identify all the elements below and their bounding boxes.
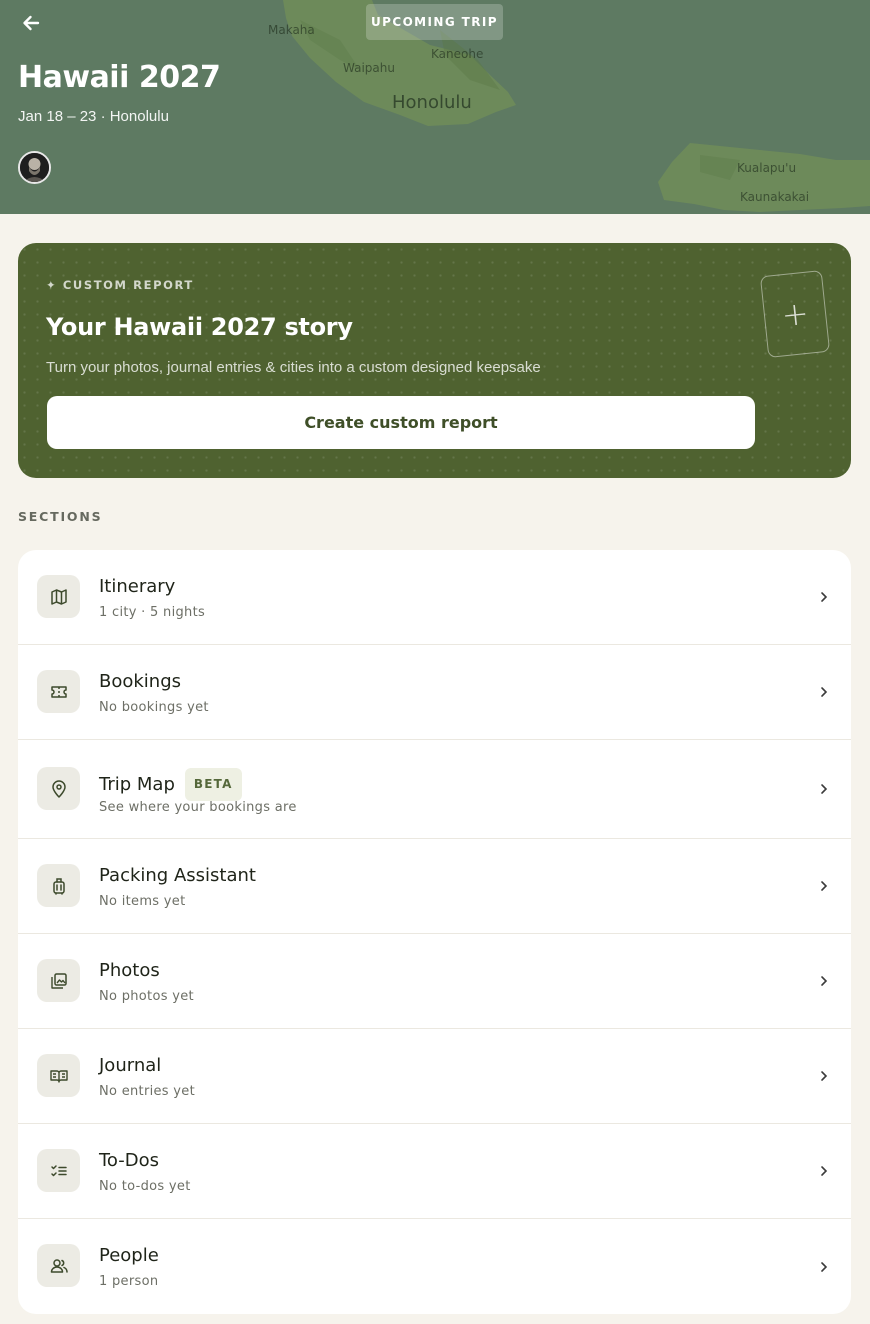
people-icon xyxy=(37,1244,80,1287)
luggage-icon xyxy=(37,864,80,907)
section-row-packing-assistant[interactable]: Packing Assistant No items yet xyxy=(18,839,851,934)
section-title: Bookings xyxy=(99,671,182,692)
sections-list: Itinerary 1 city · 5 nights Bookings No … xyxy=(18,550,851,1314)
checklist-icon xyxy=(37,1149,80,1192)
section-title: Journal xyxy=(99,1055,162,1076)
custom-report-kicker: ✦ CUSTOM REPORT xyxy=(46,278,194,292)
section-subtitle: 1 city · 5 nights xyxy=(99,605,206,620)
chevron-right-icon xyxy=(819,1069,829,1083)
section-subtitle: No items yet xyxy=(99,894,186,909)
back-button[interactable] xyxy=(18,10,44,36)
section-subtitle: No bookings yet xyxy=(99,700,209,715)
photos-icon xyxy=(37,959,80,1002)
create-custom-report-button[interactable]: Create custom report xyxy=(47,396,755,449)
person-photo xyxy=(20,153,49,182)
section-title: To-Dos xyxy=(99,1150,160,1171)
chevron-right-icon xyxy=(819,879,829,893)
section-title: Packing Assistant xyxy=(99,865,256,886)
book-icon xyxy=(37,1054,80,1097)
chevron-right-icon xyxy=(819,590,829,604)
trip-dates-location: Jan 18 – 23 · Honolulu xyxy=(18,108,169,125)
user-avatar[interactable] xyxy=(18,151,51,184)
section-row-people[interactable]: People 1 person xyxy=(18,1219,851,1314)
section-title-text: Trip Map xyxy=(99,774,175,795)
section-row-trip-map[interactable]: Trip Map BETA See where your bookings ar… xyxy=(18,740,851,839)
chevron-right-icon xyxy=(819,1260,829,1274)
section-row-photos[interactable]: Photos No photos yet xyxy=(18,934,851,1029)
section-subtitle: 1 person xyxy=(99,1274,159,1289)
map-icon xyxy=(37,575,80,618)
upcoming-trip-badge: UPCOMING TRIP xyxy=(366,4,503,40)
custom-report-title: Your Hawaii 2027 story xyxy=(46,313,353,341)
section-row-bookings[interactable]: Bookings No bookings yet xyxy=(18,645,851,740)
section-row-journal[interactable]: Journal No entries yet xyxy=(18,1029,851,1124)
chevron-right-icon xyxy=(819,685,829,699)
sections-heading: SECTIONS xyxy=(18,509,103,524)
section-title: Photos xyxy=(99,960,160,981)
section-subtitle: See where your bookings are xyxy=(99,800,297,815)
section-title: Itinerary xyxy=(99,576,176,597)
section-row-itinerary[interactable]: Itinerary 1 city · 5 nights xyxy=(18,550,851,645)
trip-title: Hawaii 2027 xyxy=(18,60,221,95)
map-label-waipahu: Waipahu xyxy=(343,61,395,75)
section-subtitle: No to-dos yet xyxy=(99,1179,191,1194)
ticket-icon xyxy=(37,670,80,713)
custom-report-card: ✦ CUSTOM REPORT Your Hawaii 2027 story T… xyxy=(18,243,851,478)
map-label-kaunakakai: Kaunakakai xyxy=(740,190,810,204)
section-subtitle: No entries yet xyxy=(99,1084,195,1099)
trip-hero: Makaha Kaneohe Waipahu Honolulu Kualapu'… xyxy=(0,0,870,214)
map-label-makaha: Makaha xyxy=(268,23,315,37)
plus-icon: + xyxy=(779,293,811,335)
chevron-right-icon xyxy=(819,974,829,988)
section-subtitle: No photos yet xyxy=(99,989,194,1004)
arrow-left-icon xyxy=(23,15,40,31)
location-pin-icon xyxy=(37,767,80,810)
map-label-kaneohe: Kaneohe xyxy=(431,47,484,61)
chevron-right-icon xyxy=(819,1164,829,1178)
section-title: People xyxy=(99,1245,159,1266)
section-row-todos[interactable]: To-Dos No to-dos yet xyxy=(18,1124,851,1219)
chevron-right-icon xyxy=(819,782,829,796)
map-label-honolulu: Honolulu xyxy=(392,92,472,113)
section-title: Trip Map BETA xyxy=(99,768,242,801)
custom-report-description: Turn your photos, journal entries & citi… xyxy=(46,359,541,376)
add-photo-card[interactable]: + xyxy=(759,269,831,359)
beta-badge: BETA xyxy=(184,768,242,801)
map-label-kualapuu: Kualapu'u xyxy=(737,161,797,175)
